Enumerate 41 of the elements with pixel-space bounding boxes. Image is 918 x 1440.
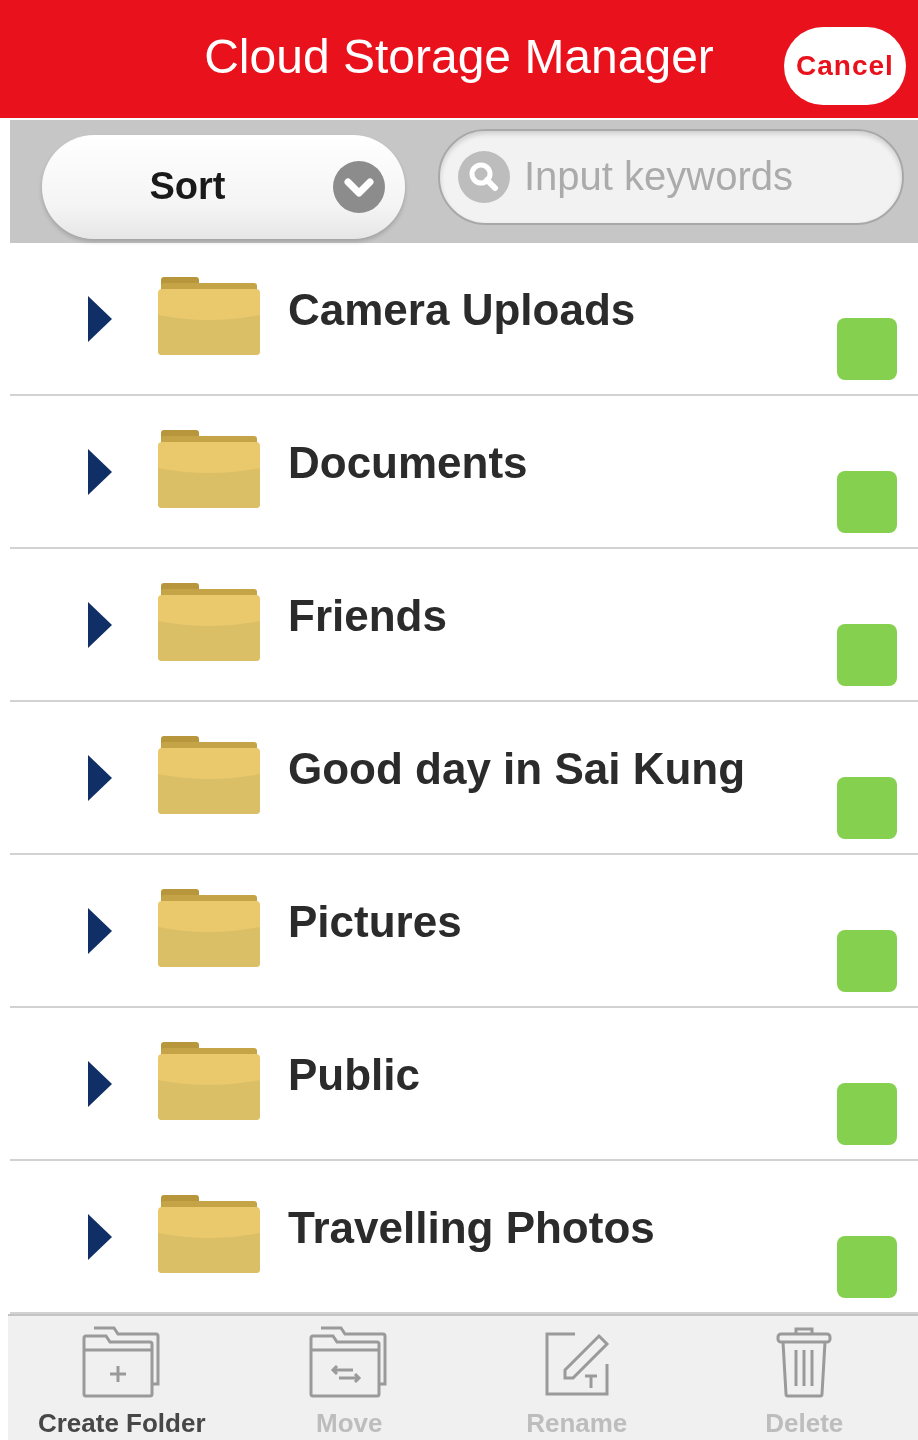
folder-name: Documents	[288, 437, 528, 488]
triangle-right-icon[interactable]	[88, 295, 112, 342]
folder-row[interactable]: Friends	[10, 549, 918, 702]
status-square-icon	[837, 1082, 897, 1145]
folder-icon	[158, 888, 260, 967]
search-icon	[458, 150, 510, 203]
status-square-icon	[837, 1235, 897, 1298]
folder-row[interactable]: Good day in Sai Kung	[10, 702, 918, 855]
folder-icon	[158, 429, 260, 508]
status-square-icon	[837, 470, 897, 533]
folder-row[interactable]: Pictures	[10, 855, 918, 1008]
triangle-right-icon[interactable]	[88, 907, 112, 954]
folder-name: Friends	[288, 590, 447, 641]
folder-name: Good day in Sai Kung	[288, 743, 746, 794]
folder-name: Camera Uploads	[288, 284, 636, 335]
folder-row[interactable]: Documents	[10, 396, 918, 549]
search-field[interactable]: Input keywords	[438, 128, 904, 225]
status-square-icon	[837, 623, 897, 686]
window-title: Cloud Storage Manager	[204, 28, 714, 85]
status-square-icon	[837, 317, 897, 380]
folder-row[interactable]: Camera Uploads	[10, 243, 918, 396]
triangle-right-icon[interactable]	[88, 1060, 112, 1107]
triangle-right-icon[interactable]	[88, 1213, 112, 1260]
folder-name: Travelling Photos	[288, 1202, 655, 1253]
sort-button[interactable]: Sort	[42, 134, 405, 239]
triangle-right-icon[interactable]	[88, 601, 112, 648]
status-square-icon	[837, 929, 897, 992]
create-folder-button[interactable]: Create Folder	[8, 1316, 236, 1440]
folder-name: Public	[288, 1049, 421, 1100]
folder-icon	[158, 1194, 260, 1273]
status-square-icon	[837, 776, 897, 839]
folder-icon	[158, 276, 260, 355]
folder-icon	[158, 582, 260, 661]
folder-icon	[158, 735, 260, 814]
chevron-down-icon	[333, 160, 385, 213]
folder-row[interactable]: Public	[10, 1008, 918, 1161]
triangle-right-icon[interactable]	[88, 754, 112, 801]
folder-name: Pictures	[288, 896, 462, 947]
cancel-button[interactable]: Cancel	[784, 27, 906, 105]
folder-icon	[158, 1041, 260, 1120]
triangle-right-icon[interactable]	[88, 448, 112, 495]
